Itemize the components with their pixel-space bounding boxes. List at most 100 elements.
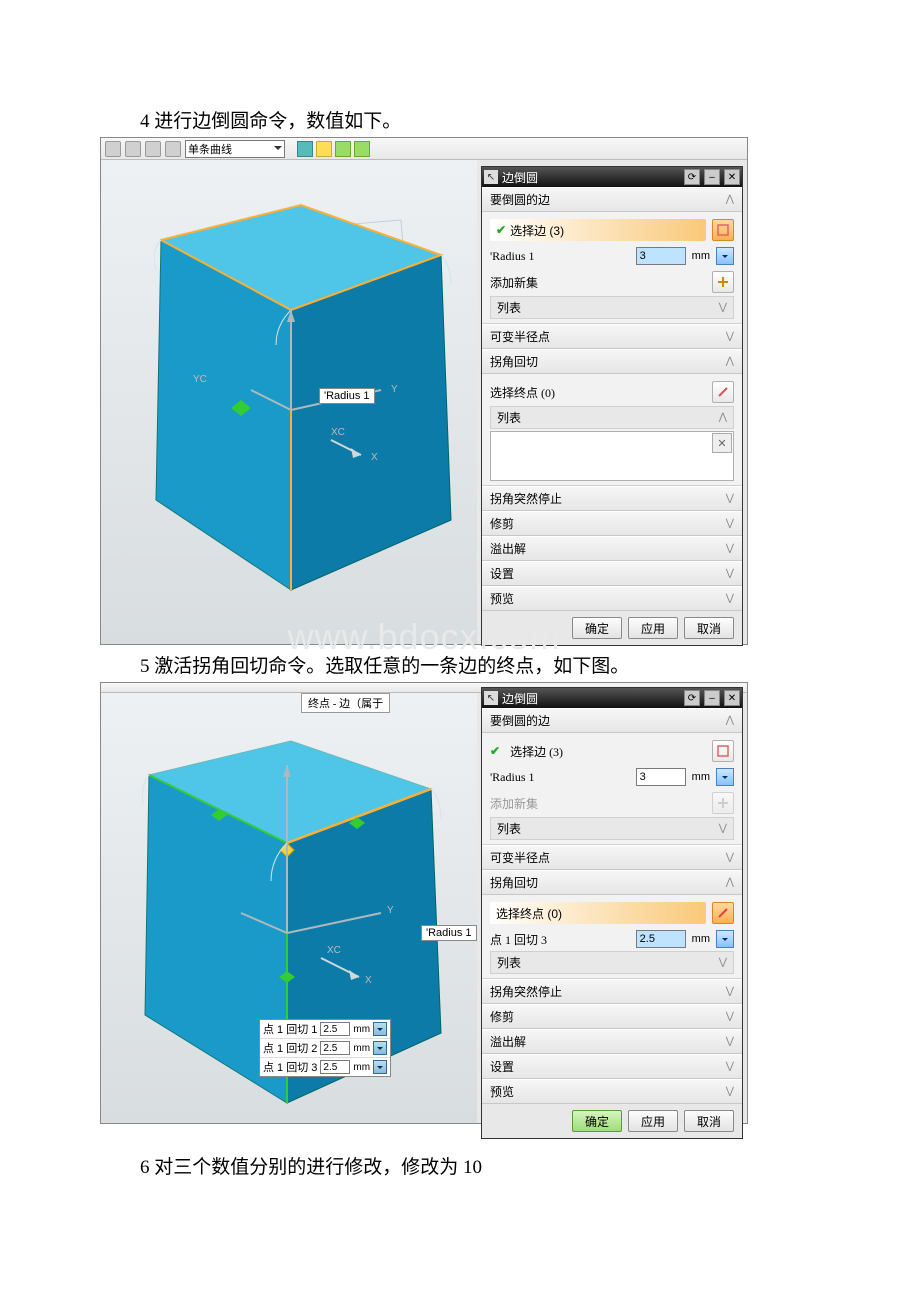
- 3d-viewport[interactable]: XC X Y YC 'Radius 1: [101, 160, 477, 644]
- svg-text:X: X: [365, 975, 372, 986]
- toolbar-icon[interactable]: [145, 141, 161, 157]
- pick-point-button[interactable]: [712, 381, 734, 403]
- dropdown-button[interactable]: [373, 1022, 387, 1036]
- section-preview[interactable]: 预览 ⋁: [482, 1079, 742, 1104]
- list-subhead[interactable]: 列表 ⋁: [490, 951, 734, 974]
- setback-input[interactable]: [636, 930, 686, 948]
- setback-param-label: 点 1 回切 3: [490, 931, 630, 948]
- screenshot-1: 单条曲线: [100, 137, 748, 645]
- radius-dropdown[interactable]: [716, 768, 734, 786]
- step-4-text: 4 进行边倒圆命令，数值如下。: [140, 106, 920, 133]
- radius-flag[interactable]: 'Radius 1: [319, 388, 375, 404]
- dialog-footer: 确定 应用 取消: [482, 1104, 742, 1138]
- screenshot-2: 终点 - 边（属于: [100, 682, 748, 1124]
- minimize-button[interactable]: –: [704, 169, 720, 185]
- endpoint-listbox[interactable]: [490, 431, 734, 481]
- section-var-radius[interactable]: 可变半径点 ⋁: [482, 324, 742, 349]
- section-corner-stop[interactable]: 拐角突然停止 ⋁: [482, 486, 742, 511]
- section-corner[interactable]: 拐角回切 ⋀: [482, 349, 742, 374]
- chevron-down-icon: ⋁: [726, 593, 734, 604]
- list-subhead[interactable]: 列表 ⋁: [490, 296, 734, 319]
- section-trim[interactable]: 修剪 ⋁: [482, 511, 742, 536]
- chevron-down-icon: ⋁: [726, 1086, 734, 1097]
- setback-label: 点 1 回切 3: [263, 1059, 317, 1075]
- ok-button[interactable]: 确定: [572, 1110, 622, 1132]
- svg-text:Y: Y: [391, 384, 398, 395]
- section-label: 溢出解: [490, 540, 526, 557]
- section-settings[interactable]: 设置 ⋁: [482, 1054, 742, 1079]
- section-var-radius[interactable]: 可变半径点 ⋁: [482, 845, 742, 870]
- section-preview[interactable]: 预览 ⋁: [482, 586, 742, 611]
- tool-icon[interactable]: [335, 141, 351, 157]
- section-overflow[interactable]: 溢出解 ⋁: [482, 536, 742, 561]
- toolbar-icon[interactable]: [105, 141, 121, 157]
- select-endpoint-row[interactable]: 选择终点 (0): [490, 902, 706, 924]
- svg-text:Y: Y: [387, 905, 394, 916]
- radius-dropdown[interactable]: [716, 247, 734, 265]
- chevron-up-icon: ⋀: [726, 715, 734, 726]
- radius-flag[interactable]: 'Radius 1: [421, 925, 477, 941]
- dialog-titlebar[interactable]: ↖ 边倒圆 ⟳ – ✕: [482, 167, 742, 187]
- close-button[interactable]: ✕: [724, 169, 740, 185]
- reset-button[interactable]: ⟳: [684, 169, 700, 185]
- cube-select-icon[interactable]: [712, 740, 734, 762]
- section-label: 预览: [490, 1083, 514, 1100]
- list-remove-button[interactable]: ✕: [712, 433, 732, 453]
- add-set-label: 添加新集: [490, 795, 706, 812]
- setback-input-2[interactable]: [320, 1041, 350, 1055]
- select-edge-row[interactable]: ✔ 选择边 (3): [490, 219, 706, 241]
- section-corner-stop[interactable]: 拐角突然停止 ⋁: [482, 979, 742, 1004]
- section-corner[interactable]: 拐角回切 ⋀: [482, 870, 742, 895]
- radius-input[interactable]: [636, 768, 686, 786]
- step-5-text: 5 激活拐角回切命令。选取任意的一条边的终点，如下图。: [140, 651, 920, 678]
- chevron-down-icon: ⋁: [726, 518, 734, 529]
- add-set-button[interactable]: [712, 271, 734, 293]
- apply-button[interactable]: 应用: [628, 617, 678, 639]
- list-subhead[interactable]: 列表 ⋁: [490, 817, 734, 840]
- list-label: 列表: [497, 299, 521, 316]
- cancel-button[interactable]: 取消: [684, 1110, 734, 1132]
- section-label: 可变半径点: [490, 328, 550, 345]
- setback-label: 点 1 回切 2: [263, 1040, 317, 1056]
- dialog-titlebar[interactable]: ↖ 边倒圆 ⟳ – ✕: [482, 688, 742, 708]
- cube-icon[interactable]: [297, 141, 313, 157]
- section-label: 预览: [490, 590, 514, 607]
- apply-button[interactable]: 应用: [628, 1110, 678, 1132]
- cube-select-icon[interactable]: [712, 219, 734, 241]
- dropdown-button[interactable]: [373, 1041, 387, 1055]
- unit-label: mm: [692, 771, 710, 783]
- svg-text:XC: XC: [327, 945, 341, 956]
- section-label: 修剪: [490, 1008, 514, 1025]
- unit-label: mm: [353, 1062, 370, 1073]
- section-overflow[interactable]: 溢出解 ⋁: [482, 1029, 742, 1054]
- ok-button[interactable]: 确定: [572, 617, 622, 639]
- tool-icon[interactable]: [354, 141, 370, 157]
- cancel-button[interactable]: 取消: [684, 617, 734, 639]
- reset-button[interactable]: ⟳: [684, 690, 700, 706]
- toolbar-icon[interactable]: [125, 141, 141, 157]
- chevron-down-icon: ⋁: [726, 1061, 734, 1072]
- 3d-viewport[interactable]: 终点 - 边（属于: [101, 693, 477, 1123]
- close-button[interactable]: ✕: [724, 690, 740, 706]
- cursor-icon: ↖: [484, 170, 498, 184]
- setback-input-1[interactable]: [320, 1022, 350, 1036]
- toolbar-icon[interactable]: [165, 141, 181, 157]
- setback-input-3[interactable]: [320, 1060, 350, 1074]
- curve-type-combo[interactable]: 单条曲线: [185, 140, 285, 158]
- section-settings[interactable]: 设置 ⋁: [482, 561, 742, 586]
- cursor-icon: ↖: [484, 691, 498, 705]
- minimize-button[interactable]: –: [704, 690, 720, 706]
- setback-label: 点 1 回切 1: [263, 1021, 317, 1037]
- dropdown-button[interactable]: [373, 1060, 387, 1074]
- setback-dropdown[interactable]: [716, 930, 734, 948]
- section-trim[interactable]: 修剪 ⋁: [482, 1004, 742, 1029]
- chevron-down-icon: ⋁: [726, 493, 734, 504]
- pick-point-button[interactable]: [712, 902, 734, 924]
- unit-label: mm: [692, 250, 710, 262]
- list-subhead[interactable]: 列表 ⋀: [490, 406, 734, 429]
- tool-icon[interactable]: [316, 141, 332, 157]
- section-edges[interactable]: 要倒圆的边 ⋀: [482, 708, 742, 733]
- chevron-down-icon: ⋁: [726, 1011, 734, 1022]
- section-edges[interactable]: 要倒圆的边 ⋀: [482, 187, 742, 212]
- radius-input[interactable]: [636, 247, 686, 265]
